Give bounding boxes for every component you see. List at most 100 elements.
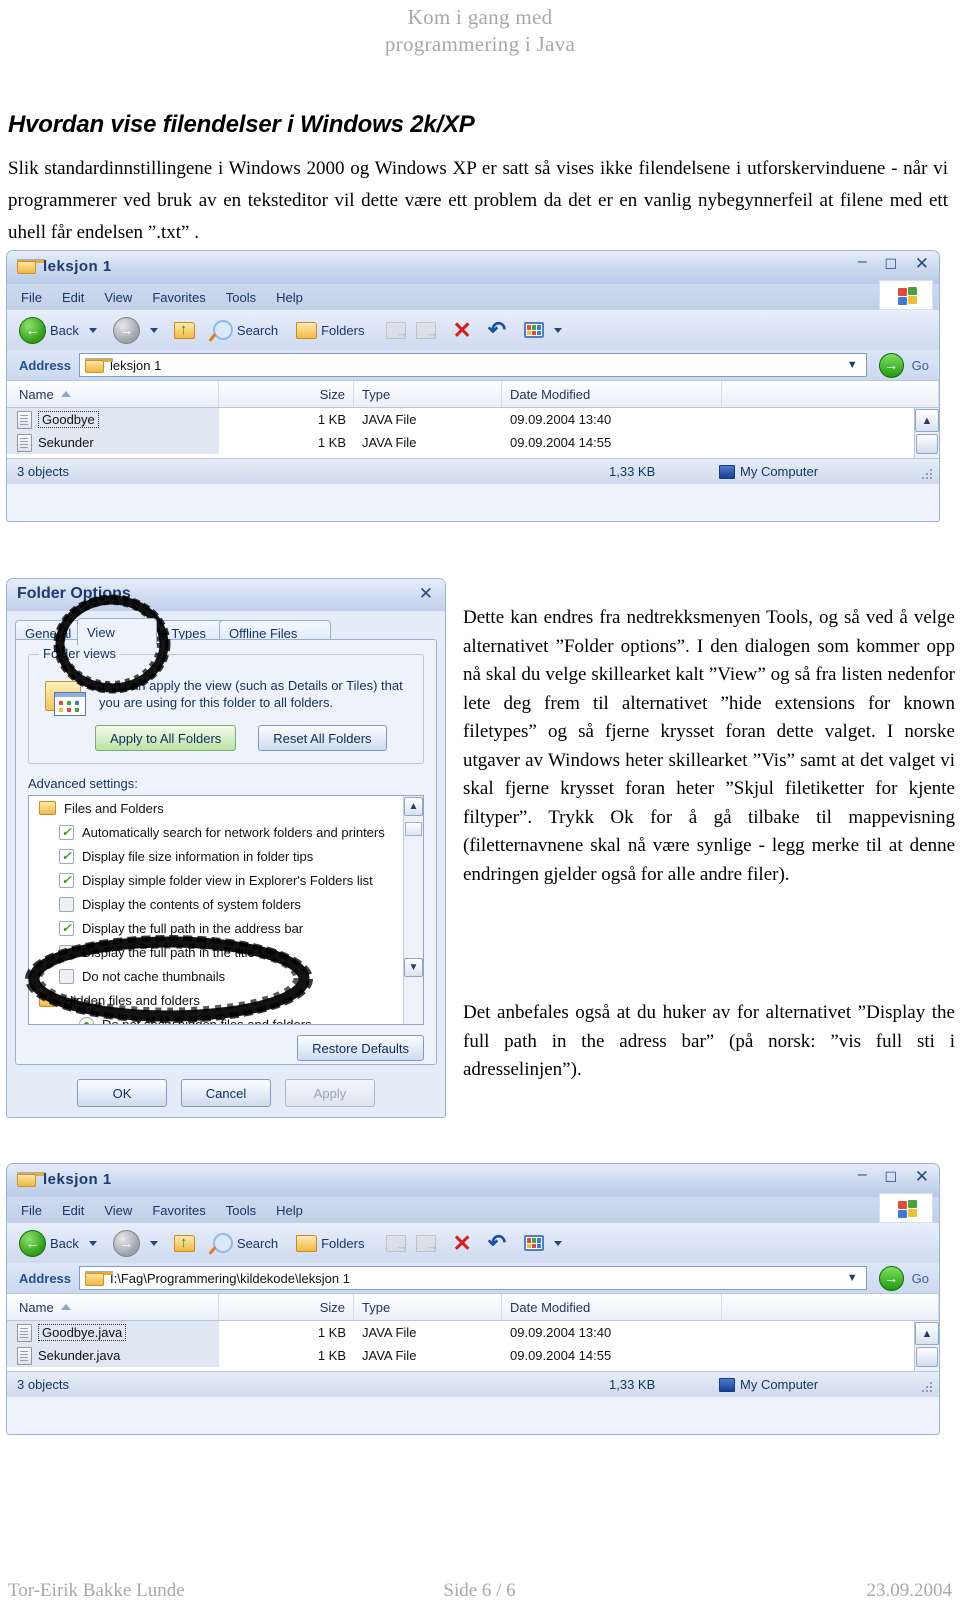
search-button[interactable]: Search — [212, 320, 278, 340]
toolbar[interactable]: ← Back → ↑ Search Folders → → ✕ ↶ — [7, 310, 939, 350]
cancel-button[interactable]: Cancel — [181, 1079, 271, 1107]
column-header-date[interactable]: Date Modified — [502, 1294, 722, 1320]
menu-item-edit[interactable]: Edit — [62, 1203, 84, 1218]
vertical-scrollbar[interactable]: ▲ ▼ — [914, 1321, 939, 1396]
table-row[interactable]: Goodbye.java 1 KB JAVA File 09.09.2004 1… — [7, 1321, 939, 1344]
scroll-thumb[interactable] — [916, 1347, 938, 1367]
menu-bar[interactable]: File Edit View Favorites Tools Help — [7, 280, 939, 310]
list-item[interactable]: Do not show hidden files and folders — [29, 1012, 423, 1024]
menu-item-favorites[interactable]: Favorites — [152, 290, 205, 305]
list-item[interactable]: ✓ Display the full path in the address b… — [29, 916, 423, 940]
address-bar[interactable]: Address I:\Fag\Programmering\kildekode\l… — [7, 1263, 939, 1293]
dialog-footer[interactable]: OK Cancel Apply — [7, 1077, 445, 1109]
apply-to-all-folders-button[interactable]: Apply to All Folders — [95, 725, 237, 751]
file-list[interactable]: Goodbye 1 KB JAVA File 09.09.2004 13:40 … — [7, 408, 939, 483]
menu-item-edit[interactable]: Edit — [62, 290, 84, 305]
list-item[interactable]: ✓ Display the full path in the title bar — [29, 940, 423, 964]
advanced-list-scrollbar[interactable]: ▲ ▼ — [403, 796, 423, 1024]
list-item[interactable]: ✓ Do not cache thumbnails — [29, 964, 423, 988]
menu-item-view[interactable]: View — [104, 290, 132, 305]
move-to-button[interactable]: → — [386, 1234, 408, 1253]
menu-item-help[interactable]: Help — [276, 1203, 303, 1218]
column-header-type[interactable]: Type — [354, 381, 502, 407]
back-dropdown-icon[interactable] — [88, 327, 97, 333]
maximize-icon[interactable]: ☐ — [884, 1169, 897, 1186]
search-button[interactable]: Search — [212, 1233, 278, 1253]
copy-to-button[interactable]: → — [416, 321, 438, 340]
minimize-icon[interactable]: – — [858, 1166, 867, 1183]
views-dropdown-icon[interactable] — [554, 327, 563, 333]
menu-item-help[interactable]: Help — [276, 290, 303, 305]
address-bar[interactable]: Address leksjon 1 ▼ → Go — [7, 350, 939, 380]
undo-button[interactable]: ↶ — [488, 1232, 506, 1254]
menu-item-favorites[interactable]: Favorites — [152, 1203, 205, 1218]
file-name-cell[interactable]: Goodbye — [7, 408, 219, 431]
checkbox-unchecked-icon[interactable]: ✓ — [59, 896, 74, 912]
list-item[interactable]: Files and Folders — [29, 796, 423, 820]
up-button[interactable]: ↑ — [173, 321, 195, 339]
forward-dropdown-icon[interactable] — [149, 1240, 158, 1246]
go-button[interactable]: → — [878, 352, 904, 378]
address-input[interactable]: I:\Fag\Programmering\kildekode\leksjon 1… — [79, 1266, 867, 1290]
folder-views-buttons[interactable]: Apply to All Folders Reset All Folders — [95, 725, 387, 751]
maximize-icon[interactable]: ☐ — [884, 256, 897, 273]
menu-item-file[interactable]: File — [21, 1203, 42, 1218]
resize-grip-icon[interactable] — [922, 1382, 933, 1393]
minimize-icon[interactable]: – — [858, 253, 867, 270]
column-header-date[interactable]: Date Modified — [502, 381, 722, 407]
folders-button[interactable]: Folders — [296, 321, 364, 339]
apply-button[interactable]: Apply — [285, 1079, 375, 1107]
menu-bar[interactable]: File Edit View Favorites Tools Help — [7, 1193, 939, 1223]
file-name-cell[interactable]: Sekunder.java — [7, 1344, 219, 1367]
tab-view[interactable]: View — [77, 618, 157, 645]
menu-item-tools[interactable]: Tools — [226, 290, 256, 305]
address-input[interactable]: leksjon 1 ▼ — [79, 353, 867, 377]
back-dropdown-icon[interactable] — [88, 1240, 97, 1246]
restore-defaults-button[interactable]: Restore Defaults — [297, 1035, 424, 1061]
file-name-cell[interactable]: Goodbye.java — [7, 1321, 219, 1344]
forward-button[interactable]: → — [112, 1229, 164, 1257]
list-item[interactable]: ✓ Display file size information in folde… — [29, 844, 423, 868]
table-row[interactable]: Sekunder 1 KB JAVA File 09.09.2004 14:55 — [7, 431, 939, 454]
forward-dropdown-icon[interactable] — [149, 327, 158, 333]
vertical-scrollbar[interactable]: ▲ ▼ — [914, 408, 939, 483]
scroll-up-button[interactable]: ▲ — [915, 1322, 939, 1345]
column-header-name[interactable]: Name — [7, 381, 219, 407]
copy-to-button[interactable]: → — [416, 1234, 438, 1253]
scroll-down-button[interactable]: ▼ — [404, 958, 423, 977]
close-icon[interactable]: ✕ — [915, 255, 929, 272]
advanced-settings-list[interactable]: Files and Folders ✓ Automatically search… — [28, 795, 424, 1025]
radio-selected-icon[interactable] — [79, 1016, 94, 1024]
ok-button[interactable]: OK — [77, 1079, 167, 1107]
undo-button[interactable]: ↶ — [488, 319, 506, 341]
resize-grip-icon[interactable] — [922, 469, 933, 480]
address-dropdown-icon[interactable]: ▼ — [847, 1272, 858, 1284]
checkbox-unchecked-icon[interactable]: ✓ — [59, 968, 74, 984]
checkbox-unchecked-icon[interactable]: ✓ — [59, 944, 74, 960]
window-controls[interactable]: – ☐ ✕ — [845, 253, 929, 273]
scroll-up-button[interactable]: ▲ — [404, 797, 423, 816]
views-button[interactable] — [524, 1235, 568, 1251]
views-button[interactable] — [524, 322, 568, 338]
toolbar[interactable]: ← Back → ↑ Search Folders → → ✕ ↶ — [7, 1223, 939, 1263]
delete-button[interactable]: ✕ — [452, 319, 471, 342]
table-row[interactable]: Goodbye 1 KB JAVA File 09.09.2004 13:40 — [7, 408, 939, 431]
folders-button[interactable]: Folders — [296, 1234, 364, 1252]
go-button[interactable]: → — [878, 1265, 904, 1291]
checkbox-checked-icon[interactable]: ✓ — [59, 824, 74, 840]
column-header-size[interactable]: Size — [219, 1294, 354, 1320]
column-header-type[interactable]: Type — [354, 1294, 502, 1320]
column-headers[interactable]: Name Size Type Date Modified — [7, 380, 939, 408]
scroll-thumb[interactable] — [405, 822, 422, 836]
file-list[interactable]: Goodbye.java 1 KB JAVA File 09.09.2004 1… — [7, 1321, 939, 1396]
scroll-up-button[interactable]: ▲ — [915, 409, 939, 432]
menu-item-view[interactable]: View — [104, 1203, 132, 1218]
checkbox-checked-icon[interactable]: ✓ — [59, 848, 74, 864]
list-item[interactable]: ✓ Automatically search for network folde… — [29, 820, 423, 844]
column-headers[interactable]: Name Size Type Date Modified — [7, 1293, 939, 1321]
list-item[interactable]: ✓ Display simple folder view in Explorer… — [29, 868, 423, 892]
move-to-button[interactable]: → — [386, 321, 408, 340]
column-header-size[interactable]: Size — [219, 381, 354, 407]
file-name-cell[interactable]: Sekunder — [7, 431, 219, 454]
checkbox-checked-icon[interactable]: ✓ — [59, 872, 74, 888]
